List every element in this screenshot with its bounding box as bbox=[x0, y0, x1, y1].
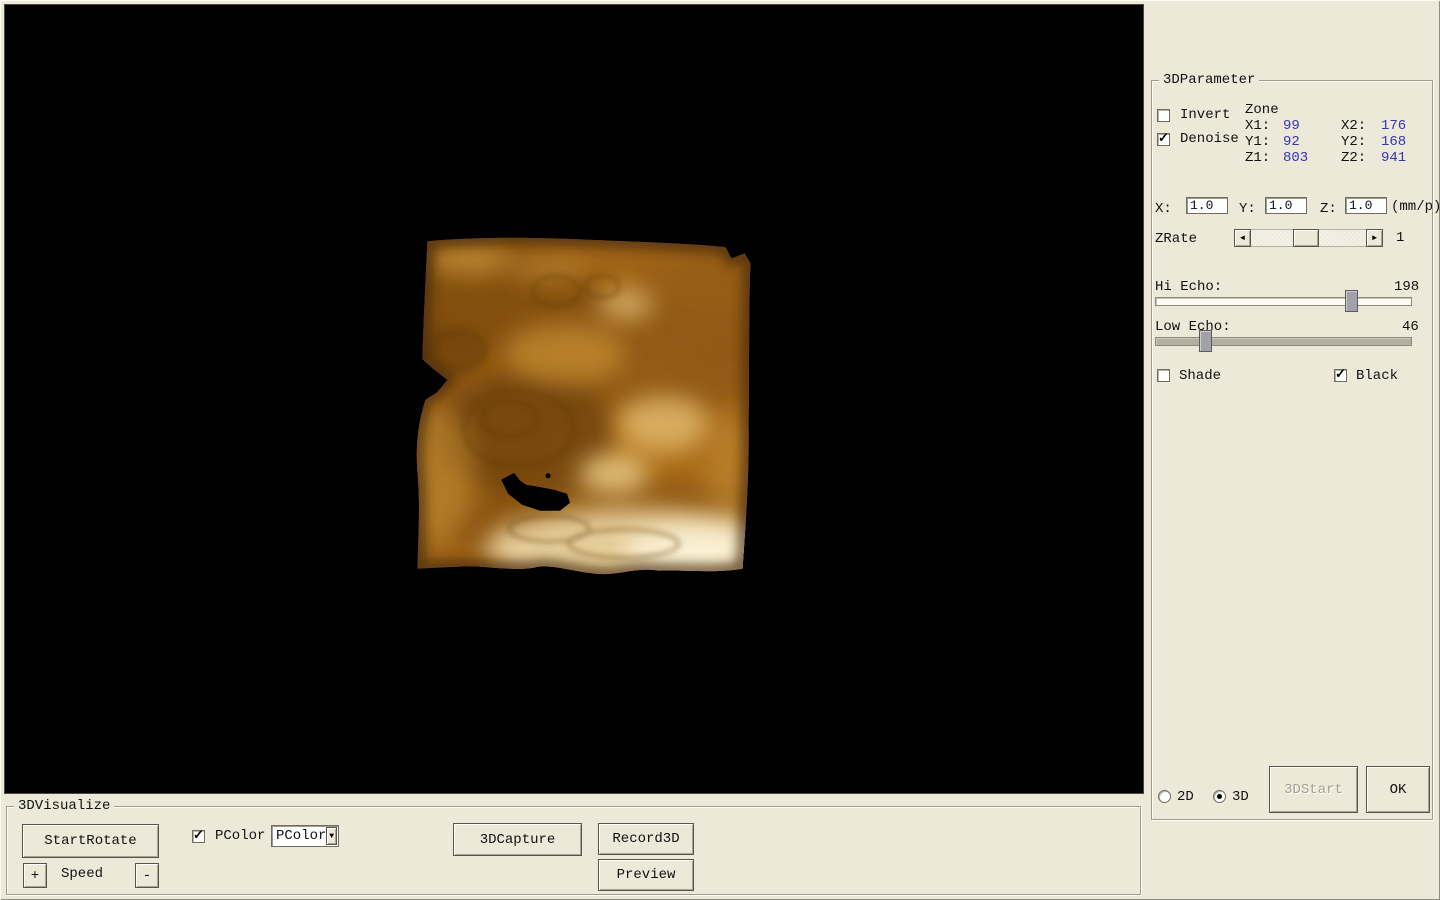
hi-echo-slider[interactable] bbox=[1155, 297, 1412, 306]
pcolor-dropdown[interactable]: PColor ▼ bbox=[271, 825, 339, 847]
zone-x1-label: X1: bbox=[1245, 118, 1283, 134]
zone-label: Zone bbox=[1245, 102, 1279, 118]
zrate-thumb[interactable] bbox=[1293, 229, 1319, 247]
z-scale-label: Z: bbox=[1320, 201, 1337, 217]
parameter-panel-title: 3DParameter bbox=[1159, 72, 1259, 88]
dropdown-arrow-icon[interactable]: ▼ bbox=[326, 827, 337, 845]
mode-2d-radio[interactable] bbox=[1158, 790, 1171, 803]
y-scale-input[interactable] bbox=[1265, 197, 1307, 214]
low-echo-track[interactable] bbox=[1155, 337, 1412, 346]
black-label: Black bbox=[1356, 368, 1398, 384]
speed-label: Speed bbox=[61, 866, 103, 882]
zone-z1-label: Z1: bbox=[1245, 150, 1283, 166]
app-window: { "viewport": { "description": "3D ultra… bbox=[0, 0, 1440, 900]
y-scale-label: Y: bbox=[1239, 201, 1256, 217]
visualize-panel-title: 3DVisualize bbox=[14, 798, 114, 814]
hi-echo-thumb[interactable] bbox=[1345, 290, 1358, 312]
zone-y1-value: 92 bbox=[1283, 134, 1341, 150]
zrate-track[interactable] bbox=[1251, 229, 1366, 247]
low-echo-label: Low Echo: bbox=[1155, 319, 1231, 335]
zone-values: X1: 99 X2: 176 Y1: 92 Y2: 168 Z1: 803 Z2… bbox=[1245, 118, 1431, 166]
denoise-checkbox[interactable] bbox=[1157, 133, 1170, 146]
ok-button[interactable]: OK bbox=[1366, 766, 1430, 813]
zone-z2-label: Z2: bbox=[1341, 150, 1381, 166]
visualize-panel: 3DVisualize StartRotate PColor PColor ▼ … bbox=[6, 806, 1141, 895]
zone-y1-label: Y1: bbox=[1245, 134, 1283, 150]
pcolor-checkbox[interactable] bbox=[192, 830, 205, 843]
zrate-label: ZRate bbox=[1155, 231, 1197, 247]
hi-echo-label: Hi Echo: bbox=[1155, 279, 1222, 295]
zone-x2-label: X2: bbox=[1341, 118, 1381, 134]
zone-z1-value: 803 bbox=[1283, 150, 1341, 166]
zone-x2-value: 176 bbox=[1381, 118, 1431, 134]
volume-render-image bbox=[5, 5, 1143, 793]
preview-button[interactable]: Preview bbox=[598, 859, 694, 891]
invert-label: Invert bbox=[1180, 107, 1230, 123]
parameter-panel: 3DParameter Invert Denoise Zone X1: 99 X… bbox=[1151, 80, 1433, 820]
zone-x1-value: 99 bbox=[1283, 118, 1341, 134]
zrate-value: 1 bbox=[1396, 230, 1404, 246]
speed-plus-button[interactable]: + bbox=[23, 863, 47, 888]
record3d-button[interactable]: Record3D bbox=[598, 823, 694, 855]
denoise-label: Denoise bbox=[1180, 131, 1239, 147]
mode-2d-label: 2D bbox=[1177, 789, 1194, 805]
invert-checkbox[interactable] bbox=[1157, 109, 1170, 122]
zrate-scrollbar[interactable]: ◄ ► bbox=[1234, 229, 1383, 247]
zone-z2-value: 941 bbox=[1381, 150, 1431, 166]
z-scale-input[interactable] bbox=[1345, 197, 1387, 214]
start-rotate-button[interactable]: StartRotate bbox=[22, 824, 159, 858]
pcolor-label: PColor bbox=[215, 828, 265, 844]
hi-echo-track[interactable] bbox=[1155, 297, 1412, 306]
zrate-left-arrow-icon[interactable]: ◄ bbox=[1234, 229, 1251, 247]
mode-3d-label: 3D bbox=[1232, 789, 1249, 805]
black-checkbox[interactable] bbox=[1334, 369, 1347, 382]
low-echo-slider[interactable] bbox=[1155, 337, 1412, 346]
3dcapture-button[interactable]: 3DCapture bbox=[453, 823, 582, 856]
render-viewport[interactable] bbox=[4, 4, 1144, 794]
low-echo-value: 46 bbox=[1402, 319, 1419, 335]
3dstart-button[interactable]: 3DStart bbox=[1269, 766, 1358, 813]
scale-unit-label: (mm/p) bbox=[1391, 199, 1440, 215]
x-scale-label: X: bbox=[1155, 201, 1172, 217]
hi-echo-value: 198 bbox=[1394, 279, 1419, 295]
shade-checkbox[interactable] bbox=[1157, 369, 1170, 382]
zone-y2-value: 168 bbox=[1381, 134, 1431, 150]
pcolor-dropdown-value: PColor bbox=[272, 828, 326, 844]
low-echo-thumb[interactable] bbox=[1199, 330, 1212, 352]
mode-3d-radio[interactable] bbox=[1213, 790, 1226, 803]
zrate-right-arrow-icon[interactable]: ► bbox=[1366, 229, 1383, 247]
x-scale-input[interactable] bbox=[1186, 197, 1228, 214]
shade-label: Shade bbox=[1179, 368, 1221, 384]
zone-y2-label: Y2: bbox=[1341, 134, 1381, 150]
speed-minus-button[interactable]: - bbox=[135, 863, 159, 888]
